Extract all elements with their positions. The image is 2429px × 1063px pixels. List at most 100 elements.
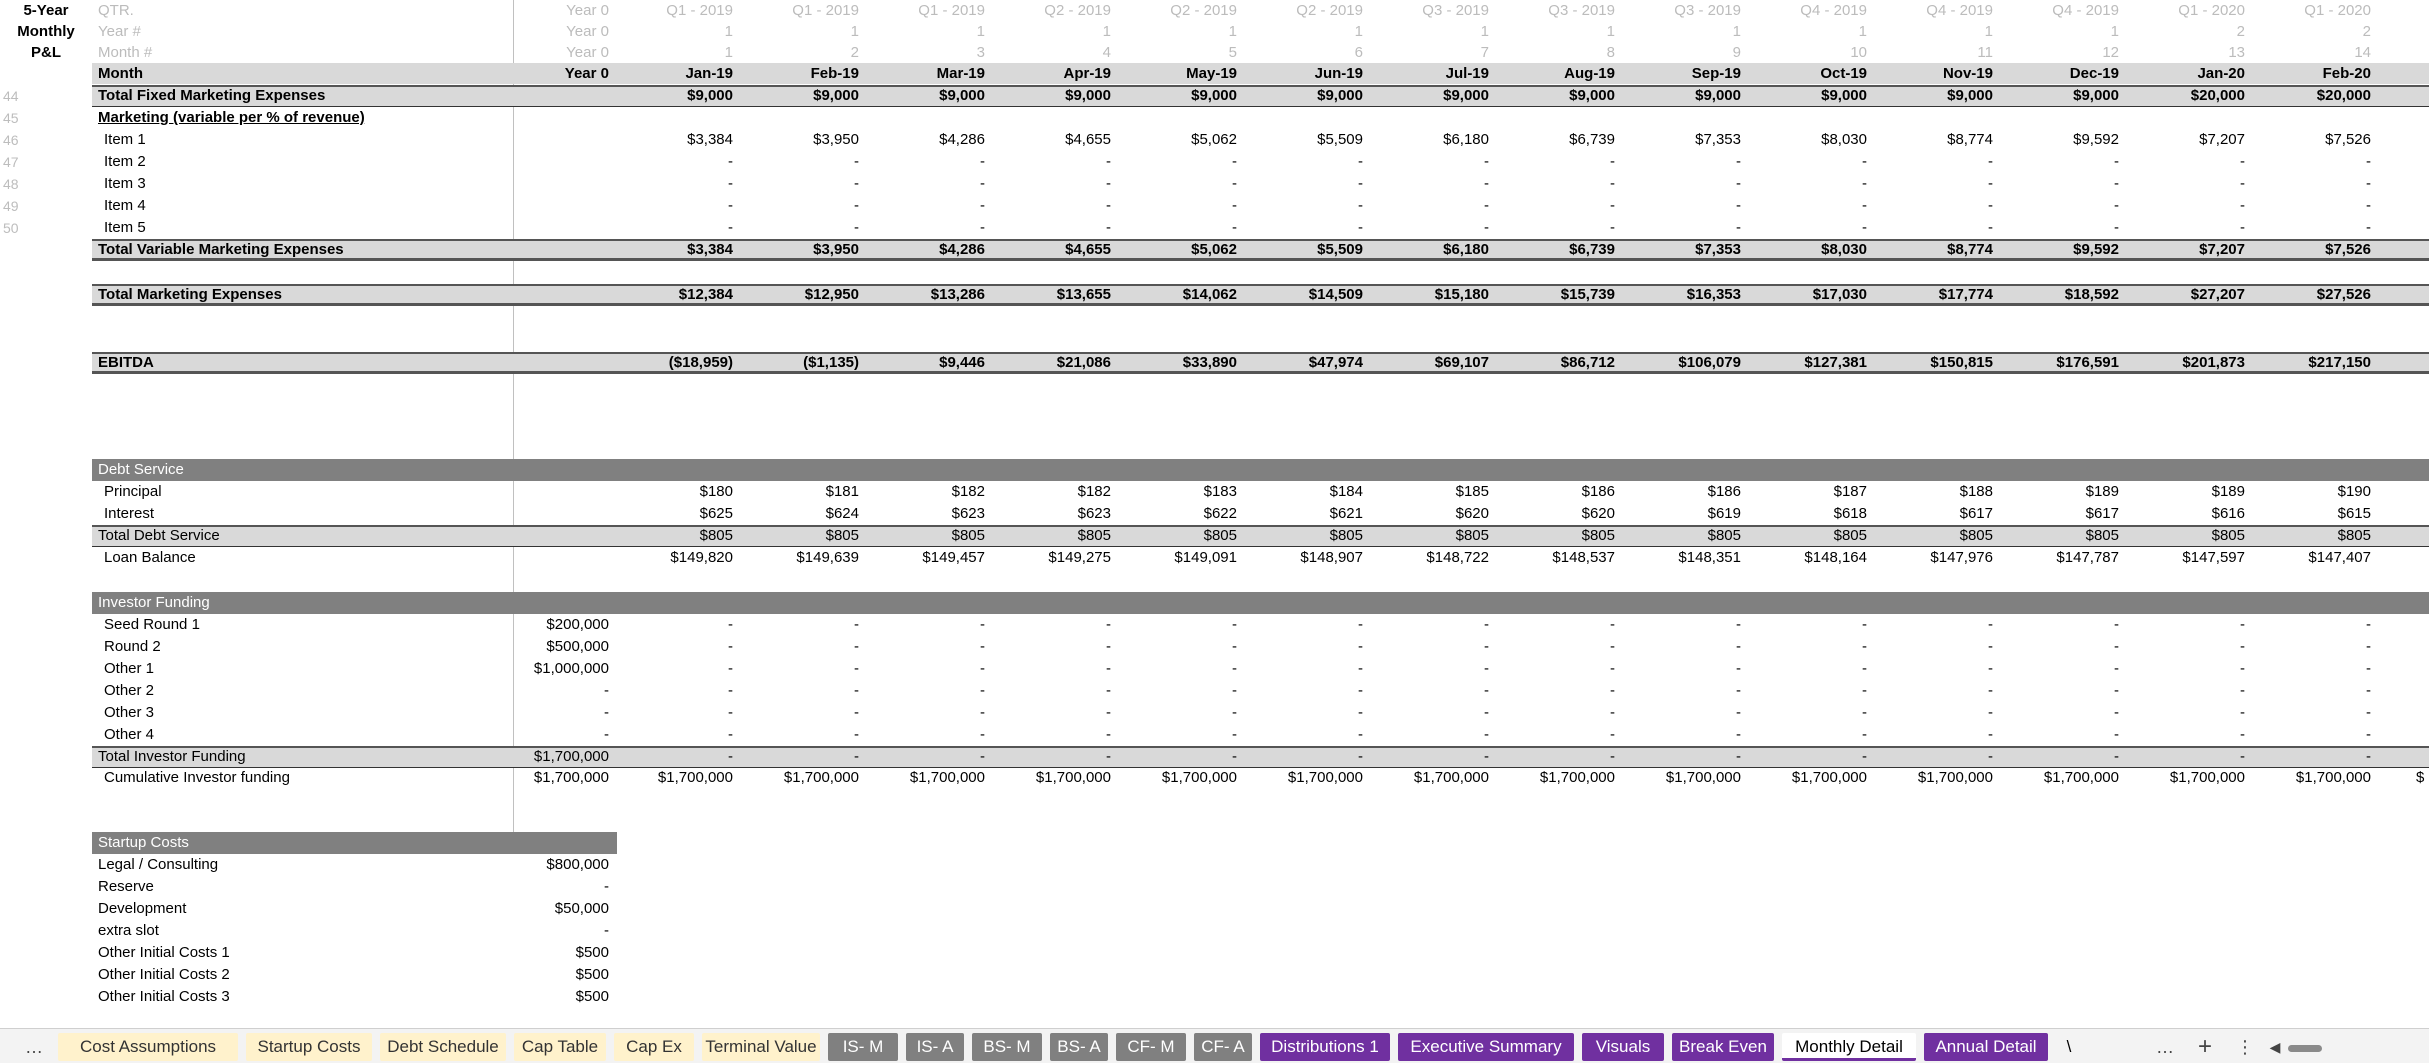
month-cell[interactable]: $5,509 [1243,129,1369,151]
month-cell[interactable]: - [2125,614,2251,636]
month-cell[interactable]: - [613,658,739,680]
month-cell[interactable]: - [865,724,991,746]
month-cell[interactable]: - [613,173,739,195]
year0-cell[interactable]: $500 [513,942,613,964]
month-cell[interactable]: $9,000 [739,85,865,107]
month-cell[interactable]: $9,000 [865,85,991,107]
month-cell[interactable]: $148,907 [1243,547,1369,569]
month-cell[interactable]: - [1243,151,1369,173]
month-cell[interactable]: $618 [1747,503,1873,525]
month-cell[interactable]: $184 [1243,481,1369,503]
month-cell[interactable]: - [1999,658,2125,680]
month-cell[interactable]: $217,150 [2251,352,2377,374]
month-cell[interactable]: - [1873,724,1999,746]
month-cell[interactable]: $805 [1243,525,1369,547]
scroll-left-icon[interactable]: ◀ [2266,1033,2284,1061]
month-cell[interactable]: $14,509 [1243,284,1369,306]
month-cell[interactable]: $5,062 [1117,239,1243,261]
month-cell[interactable]: - [2251,702,2377,724]
month-cell[interactable]: - [1495,702,1621,724]
month-cell[interactable]: - [1243,680,1369,702]
month-cell[interactable]: $27,207 [2125,284,2251,306]
month-cell[interactable]: $9,000 [1621,85,1747,107]
sheet-tab-bs-a[interactable]: BS- A [1050,1033,1108,1061]
month-cell[interactable]: $13,655 [991,284,1117,306]
month-cell[interactable]: - [1369,680,1495,702]
month-cell[interactable]: - [1747,636,1873,658]
month-cell[interactable]: $805 [1873,525,1999,547]
month-cell[interactable]: $8,030 [1747,239,1873,261]
month-cell[interactable]: $617 [1999,503,2125,525]
month-cell[interactable]: - [991,173,1117,195]
month-cell[interactable]: $7,207 [2125,239,2251,261]
month-cell[interactable]: - [1621,680,1747,702]
month-cell[interactable]: $183 [1117,481,1243,503]
month-cell[interactable]: $4,655 [991,239,1117,261]
month-cell[interactable]: - [1117,614,1243,636]
month-cell[interactable]: $6,180 [1369,129,1495,151]
month-cell[interactable]: - [2251,724,2377,746]
month-cell[interactable]: - [1999,680,2125,702]
month-cell[interactable]: - [2251,658,2377,680]
month-cell[interactable]: - [2125,195,2251,217]
month-cell[interactable]: - [1117,195,1243,217]
month-cell[interactable]: $805 [1999,525,2125,547]
sheet-tab-annual-detail[interactable]: Annual Detail [1924,1033,2048,1061]
year0-cell[interactable] [513,129,613,151]
month-cell[interactable]: - [2125,746,2251,768]
month-cell[interactable]: - [1495,151,1621,173]
month-cell[interactable]: $190 [2251,481,2377,503]
month-cell[interactable]: $69,107 [1369,352,1495,374]
month-cell[interactable]: $8,774 [1873,129,1999,151]
month-cell[interactable]: $185 [1369,481,1495,503]
month-cell[interactable]: $187 [1747,481,1873,503]
month-cell[interactable]: - [1873,746,1999,768]
month-cell[interactable]: - [1243,195,1369,217]
sheet-tab-cap-table[interactable]: Cap Table [514,1033,606,1061]
month-cell[interactable]: - [1999,151,2125,173]
month-cell[interactable]: - [1243,636,1369,658]
sheet-tab-cost-assumptions[interactable]: Cost Assumptions [58,1033,238,1061]
month-cell[interactable]: $182 [991,481,1117,503]
month-cell[interactable]: - [739,614,865,636]
month-cell[interactable]: - [865,195,991,217]
month-cell[interactable]: $14,062 [1117,284,1243,306]
month-cell[interactable]: $623 [991,503,1117,525]
month-cell[interactable]: $16,353 [1621,284,1747,306]
month-cell[interactable]: - [1369,746,1495,768]
month-cell[interactable]: - [1369,636,1495,658]
month-cell[interactable]: - [2251,746,2377,768]
month-cell[interactable]: $176,591 [1999,352,2125,374]
month-cell[interactable]: $6,739 [1495,239,1621,261]
month-cell[interactable]: $9,000 [1873,85,1999,107]
month-cell[interactable]: $1,700,000 [1369,767,1495,789]
month-cell[interactable]: ($18,959) [613,352,739,374]
sheet-options-icon[interactable]: ⋮ [2230,1033,2260,1061]
year0-cell[interactable]: - [513,920,613,942]
month-cell[interactable]: $1,700,000 [1117,767,1243,789]
month-cell[interactable]: $149,275 [991,547,1117,569]
month-cell[interactable]: - [865,702,991,724]
month-cell[interactable]: $5,062 [1117,129,1243,151]
year0-cell[interactable]: $1,700,000 [513,746,613,768]
month-cell[interactable]: $9,592 [1999,239,2125,261]
sheet-tab-is-a[interactable]: IS- A [906,1033,964,1061]
month-cell[interactable]: $147,976 [1873,547,1999,569]
month-cell[interactable]: - [1873,636,1999,658]
month-cell[interactable]: - [865,746,991,768]
month-cell[interactable]: $805 [1495,525,1621,547]
month-cell[interactable]: - [613,636,739,658]
month-cell[interactable]: $8,030 [1747,129,1873,151]
month-cell[interactable]: $20,000 [2125,85,2251,107]
month-cell[interactable]: $1,700,000 [991,767,1117,789]
month-cell[interactable]: - [613,746,739,768]
year0-cell[interactable] [513,592,613,614]
sheet-tab-is-m[interactable]: IS- M [828,1033,898,1061]
month-cell[interactable]: - [1369,173,1495,195]
month-cell[interactable]: $805 [739,525,865,547]
month-cell[interactable]: $3,384 [613,239,739,261]
sheet-tab-executive-summary[interactable]: Executive Summary [1398,1033,1574,1061]
month-cell[interactable]: $805 [1621,525,1747,547]
month-cell[interactable]: $1,700,000 [865,767,991,789]
month-cell[interactable]: - [991,746,1117,768]
